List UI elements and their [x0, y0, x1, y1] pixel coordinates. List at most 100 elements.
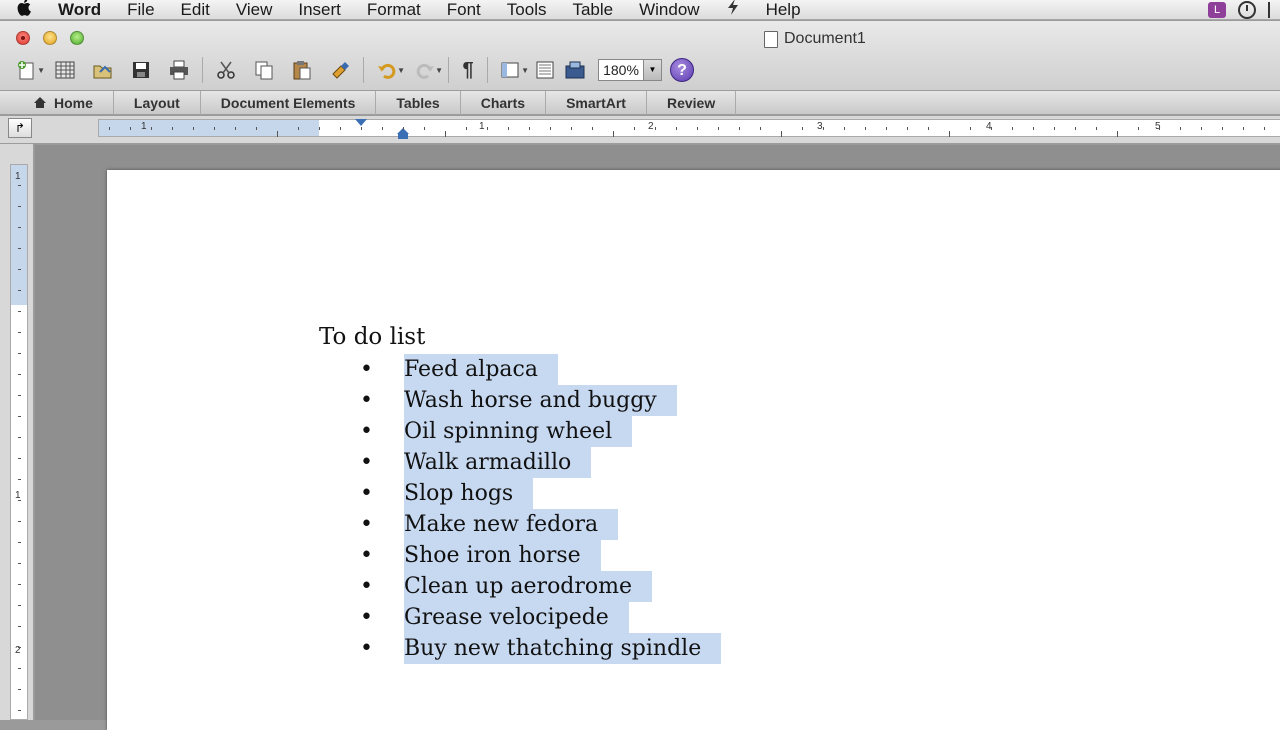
horizontal-ruler[interactable]: 1 1 2 3 4 5	[98, 119, 1280, 139]
menu-window[interactable]: Window	[626, 0, 712, 20]
list-item-text[interactable]: Shoe iron horse	[404, 540, 601, 571]
ruler-margin-shade	[99, 120, 319, 136]
user-badge-icon[interactable]: L	[1208, 2, 1226, 18]
list-item[interactable]: • Slop hogs	[319, 478, 721, 509]
list-item-text[interactable]: Walk armadillo	[404, 447, 592, 478]
new-document-button[interactable]: ▼	[8, 56, 46, 84]
list-item-text[interactable]: Feed alpaca	[404, 354, 558, 385]
menu-insert[interactable]: Insert	[285, 0, 354, 20]
list-item-text[interactable]: Make new fedora	[404, 509, 619, 540]
list-item-text[interactable]: Slop hogs	[404, 478, 534, 509]
redo-dropdown-icon[interactable]: ▼	[435, 66, 443, 75]
list-item-text[interactable]: Oil spinning wheel	[404, 416, 633, 447]
open-button[interactable]	[84, 56, 122, 84]
menu-help[interactable]: Help	[753, 0, 814, 20]
bullet-icon: •	[360, 481, 373, 506]
list-item-text[interactable]: Clean up aerodrome	[404, 571, 653, 602]
list-item[interactable]: • Grease velocipede	[319, 602, 721, 633]
first-line-indent-marker[interactable]	[355, 119, 367, 126]
zoom-window-button[interactable]	[70, 31, 84, 45]
tab-document-elements[interactable]: Document Elements	[201, 90, 377, 115]
list-item[interactable]: • Shoe iron horse	[319, 540, 721, 571]
list-item[interactable]: • Clean up aerodrome	[319, 571, 721, 602]
undo-button[interactable]: ▼	[368, 56, 406, 84]
format-painter-button[interactable]	[321, 56, 359, 84]
save-button[interactable]	[122, 56, 160, 84]
window-title: Document1	[764, 30, 866, 48]
ruler-toggle-icon[interactable]: ↱	[8, 118, 32, 138]
tab-review[interactable]: Review	[647, 90, 737, 115]
menu-edit[interactable]: Edit	[168, 0, 223, 20]
list-item[interactable]: • Feed alpaca	[319, 354, 721, 385]
list-item[interactable]: • Buy new thatching spindle	[319, 633, 722, 664]
tab-charts[interactable]: Charts	[461, 90, 547, 115]
menu-font[interactable]: Font	[434, 0, 494, 20]
undo-dropdown-icon[interactable]: ▼	[397, 66, 405, 75]
vertical-ruler[interactable]: 1 1 2	[10, 164, 28, 720]
ruler-tick	[1201, 127, 1202, 130]
tab-smartart[interactable]: SmartArt	[546, 90, 647, 115]
list-item-text[interactable]: Wash horse and buggy	[404, 385, 677, 416]
tab-home[interactable]: Home	[28, 90, 114, 115]
menu-file[interactable]: File	[114, 0, 167, 20]
list-item-text[interactable]: Buy new thatching spindle	[404, 633, 722, 664]
tab-layout[interactable]: Layout	[114, 90, 201, 115]
time-machine-icon[interactable]	[1238, 1, 1256, 19]
vruler-tick	[18, 185, 21, 186]
list-item-text[interactable]: Grease velocipede	[404, 602, 629, 633]
menu-table[interactable]: Table	[559, 0, 626, 20]
apple-menu-icon[interactable]	[0, 0, 50, 21]
ruler-tick	[235, 127, 236, 130]
ruler-tick	[508, 127, 509, 130]
view-dropdown-icon[interactable]: ▼	[521, 66, 529, 75]
vruler-tick	[18, 689, 21, 690]
zoom-input[interactable]: 180%	[598, 59, 644, 81]
ruler-tick	[970, 127, 971, 130]
ribbon-tabs: Home Layout Document Elements Tables Cha…	[0, 90, 1280, 115]
list-heading[interactable]: To do list	[319, 322, 721, 352]
menu-extra-icon[interactable]	[1268, 2, 1272, 18]
menu-format[interactable]: Format	[354, 0, 434, 20]
redo-button[interactable]: ▼	[406, 56, 444, 84]
print-button[interactable]	[160, 56, 198, 84]
document-body[interactable]: To do list • Feed alpaca • Wash horse and …	[319, 322, 722, 664]
list-item[interactable]: • Make new fedora	[319, 509, 721, 540]
zoom-dropdown-icon[interactable]: ▼	[644, 59, 662, 81]
ruler-number: 3	[817, 121, 823, 132]
ruler-tick	[781, 131, 782, 137]
toolbox-button[interactable]	[560, 56, 590, 84]
vruler-tick	[18, 668, 21, 669]
script-menu-icon[interactable]	[713, 0, 753, 20]
vruler-tick	[18, 332, 21, 333]
templates-gallery-button[interactable]	[46, 56, 84, 84]
standard-toolbar: ▼ ▼ ▼ ¶ ▼ 180% ▼ ?	[8, 55, 694, 85]
list-item[interactable]: • Wash horse and buggy	[319, 385, 721, 416]
tab-tables[interactable]: Tables	[376, 90, 461, 115]
show-paragraph-marks-button[interactable]: ¶	[453, 56, 483, 84]
paste-button[interactable]	[283, 56, 321, 84]
document-page[interactable]: To do list • Feed alpaca • Wash horse and …	[107, 170, 1280, 730]
ruler-tick	[1033, 127, 1034, 130]
menu-view[interactable]: View	[223, 0, 286, 20]
ruler-tick	[424, 127, 425, 130]
copy-button[interactable]	[245, 56, 283, 84]
new-dropdown-icon[interactable]: ▼	[37, 66, 45, 75]
help-button[interactable]: ?	[670, 58, 694, 82]
close-window-button[interactable]	[16, 31, 30, 45]
vruler-tick	[18, 521, 21, 522]
menu-app-word[interactable]: Word	[50, 0, 114, 20]
ruler-tick	[340, 127, 341, 130]
vruler-number: 1	[15, 171, 21, 182]
todo-list: • Feed alpaca • Wash horse and buggy • Oil …	[319, 354, 722, 664]
ruler-tick	[487, 127, 488, 130]
view-toggle-button[interactable]: ▼	[492, 56, 530, 84]
vertical-ruler-column: 1 1 2	[0, 144, 34, 720]
document-title-text: Document1	[784, 30, 866, 47]
cut-button[interactable]	[207, 56, 245, 84]
ruler-tick	[445, 131, 446, 137]
list-item[interactable]: • Oil spinning wheel	[319, 416, 721, 447]
menu-tools[interactable]: Tools	[494, 0, 560, 20]
list-item[interactable]: • Walk armadillo	[319, 447, 721, 478]
minimize-window-button[interactable]	[43, 31, 57, 45]
sidebar-toggle-button[interactable]	[530, 56, 560, 84]
